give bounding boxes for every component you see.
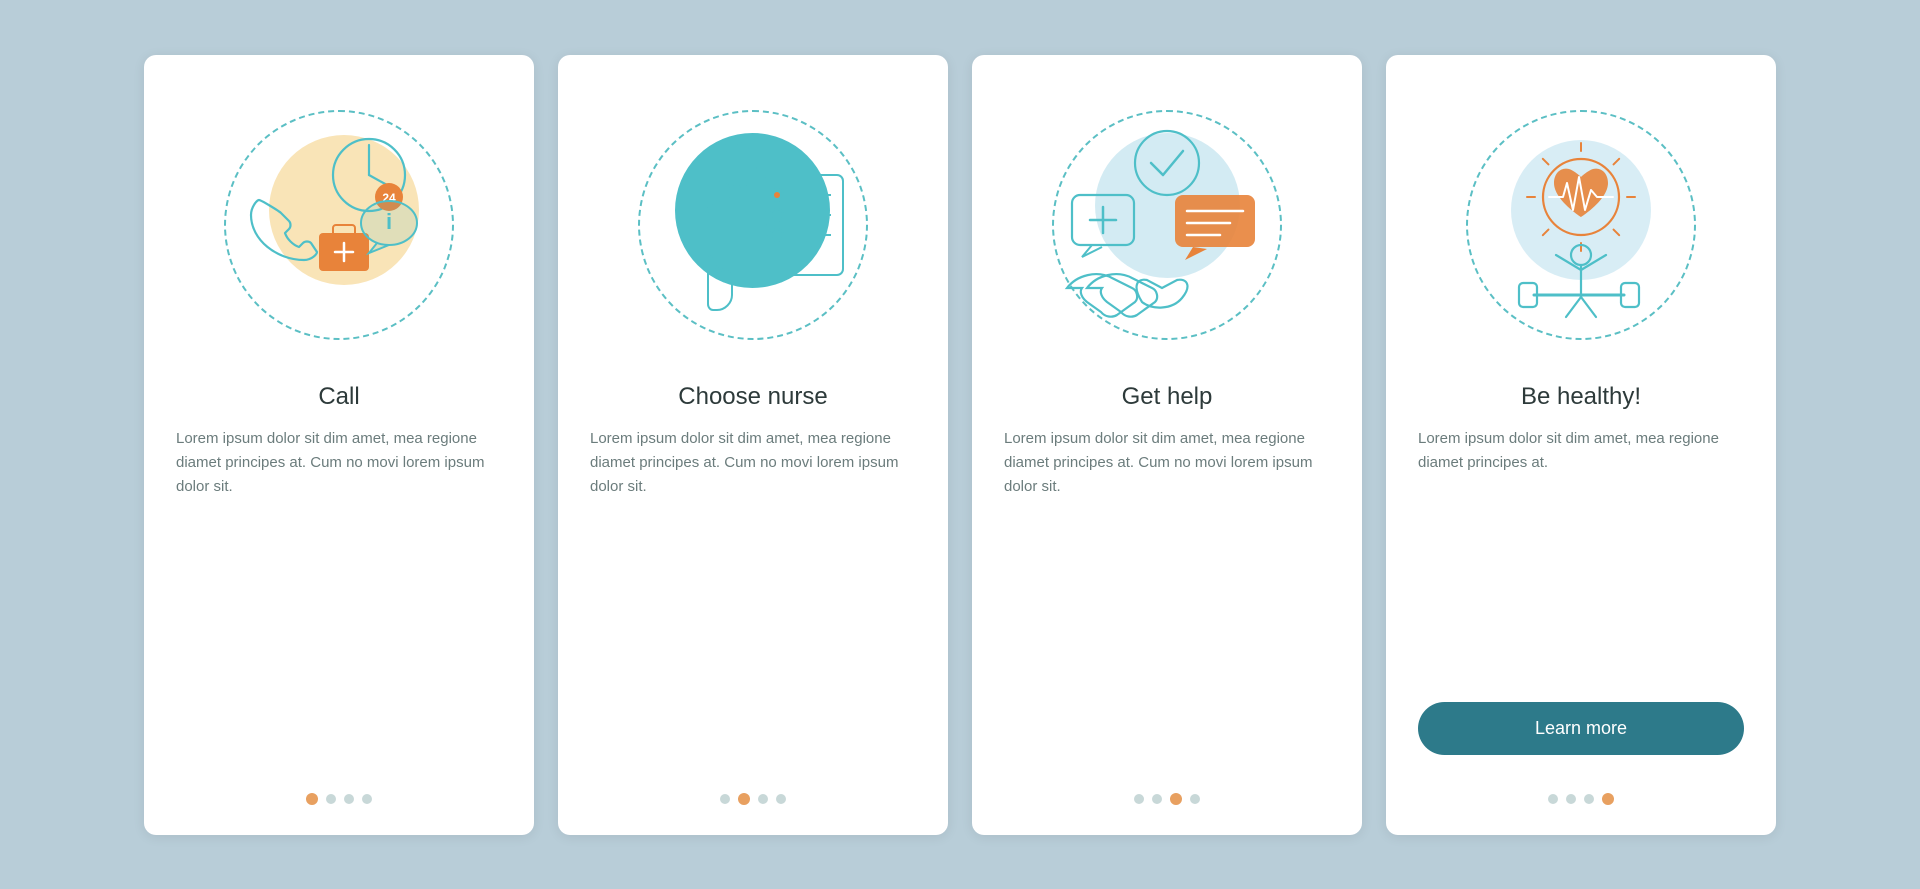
help-title: Get help <box>1122 383 1213 411</box>
dot-3 <box>1584 794 1594 804</box>
help-illustration <box>1057 115 1277 335</box>
healthy-illustration <box>1471 115 1691 335</box>
card-get-help: Get help Lorem ipsum dolor sit dim amet,… <box>972 55 1362 835</box>
cards-container: 24 i Call <box>104 15 1816 875</box>
nurse-text: Lorem ipsum dolor sit dim amet, mea regi… <box>590 427 916 765</box>
dot-2 <box>738 793 750 805</box>
card-choose-nurse: Choose nurse Lorem ipsum dolor sit dim a… <box>558 55 948 835</box>
learn-more-button[interactable]: Learn more <box>1418 702 1744 755</box>
call-icon-area: 24 i <box>209 95 469 355</box>
dot-4 <box>1190 794 1200 804</box>
dot-3 <box>758 794 768 804</box>
dot-1 <box>1134 794 1144 804</box>
healthy-dots <box>1548 793 1614 805</box>
nurse-dots <box>720 793 786 805</box>
nurse-illustration <box>643 115 863 335</box>
call-text: Lorem ipsum dolor sit dim amet, mea regi… <box>176 427 502 765</box>
call-title: Call <box>318 383 359 411</box>
healthy-icon-area <box>1451 95 1711 355</box>
dot-1 <box>1548 794 1558 804</box>
dot-4 <box>1602 793 1614 805</box>
dot-1 <box>720 794 730 804</box>
nurse-icon-area <box>623 95 883 355</box>
card-call: 24 i Call <box>144 55 534 835</box>
dot-2 <box>1152 794 1162 804</box>
svg-text:i: i <box>386 209 392 234</box>
healthy-title: Be healthy! <box>1521 383 1641 411</box>
dot-2 <box>1566 794 1576 804</box>
dot-3 <box>344 794 354 804</box>
card-be-healthy: Be healthy! Lorem ipsum dolor sit dim am… <box>1386 55 1776 835</box>
dot-4 <box>776 794 786 804</box>
call-illustration: 24 i <box>229 115 449 335</box>
dot-1 <box>306 793 318 805</box>
healthy-text: Lorem ipsum dolor sit dim amet, mea regi… <box>1418 427 1744 682</box>
help-dots <box>1134 793 1200 805</box>
dot-3 <box>1170 793 1182 805</box>
dot-4 <box>362 794 372 804</box>
call-dots <box>306 793 372 805</box>
dot-2 <box>326 794 336 804</box>
help-icon-area <box>1037 95 1297 355</box>
nurse-title: Choose nurse <box>678 383 827 411</box>
help-text: Lorem ipsum dolor sit dim amet, mea regi… <box>1004 427 1330 765</box>
